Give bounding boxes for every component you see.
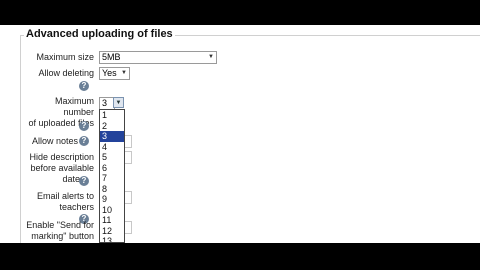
dropdown-option[interactable]: 5 — [100, 152, 124, 163]
settings-panel: Advanced uploading of files Maximum size… — [0, 25, 480, 243]
hide-description-line2: before available — [30, 163, 94, 173]
dropdown-option[interactable]: 13 — [100, 236, 124, 242]
enable-send-select[interactable] — [124, 221, 132, 234]
enable-send-line2: marking" button — [31, 231, 94, 241]
help-icon[interactable]: ? — [79, 176, 89, 186]
dropdown-option[interactable]: 6 — [100, 163, 124, 174]
allow-deleting-label: Allow deleting — [38, 68, 94, 78]
dropdown-option[interactable]: 8 — [100, 184, 124, 195]
dropdown-option[interactable]: 2 — [100, 121, 124, 132]
help-icon[interactable]: ? — [79, 81, 89, 91]
chevron-down-icon: ▼ — [121, 70, 127, 76]
enable-send-label: Enable "Send for marking" button — [20, 220, 94, 242]
allow-notes-label: Allow notes — [31, 136, 78, 146]
enable-send-line1: Enable "Send for — [26, 220, 94, 230]
max-number-label-line1: Maximum number — [54, 96, 94, 117]
chevron-down-icon: ▼ — [208, 54, 214, 60]
dropdown-option[interactable]: 7 — [100, 173, 124, 184]
email-alerts-label: Email alerts to teachers — [20, 191, 94, 213]
dropdown-option[interactable]: 3 — [100, 131, 124, 142]
max-number-value: 3 — [102, 98, 108, 108]
email-alerts-line1: Email alerts to — [36, 191, 94, 201]
dropdown-option[interactable]: 11 — [100, 215, 124, 226]
dropdown-option[interactable]: 10 — [100, 205, 124, 216]
dropdown-option[interactable]: 4 — [100, 142, 124, 153]
allow-deleting-value: Yes — [102, 68, 117, 78]
chevron-down-icon: ▼ — [115, 100, 122, 106]
dropdown-option[interactable]: 12 — [100, 226, 124, 237]
section-legend: Advanced uploading of files — [24, 28, 175, 40]
help-icon[interactable]: ? — [79, 121, 89, 131]
email-alerts-line2: teachers — [59, 202, 94, 212]
dropdown-list[interactable]: 1 2 3 4 5 6 7 8 9 10 11 12 13 — [99, 109, 125, 243]
dropdown-arrow-button[interactable]: ▼ — [113, 97, 124, 108]
max-size-label: Maximum size — [36, 52, 94, 62]
help-icon[interactable]: ? — [79, 136, 89, 146]
dropdown-option[interactable]: 9 — [100, 194, 124, 205]
max-size-value: 5MB — [102, 52, 121, 62]
dropdown-option[interactable]: 1 — [100, 110, 124, 121]
hide-description-line1: Hide description — [29, 152, 94, 162]
email-alerts-select[interactable] — [124, 191, 132, 204]
allow-notes-select[interactable] — [124, 135, 132, 148]
hide-description-select[interactable] — [124, 151, 132, 164]
max-size-select[interactable]: 5MB ▼ — [99, 51, 217, 64]
allow-deleting-select[interactable]: Yes ▼ — [99, 67, 130, 80]
